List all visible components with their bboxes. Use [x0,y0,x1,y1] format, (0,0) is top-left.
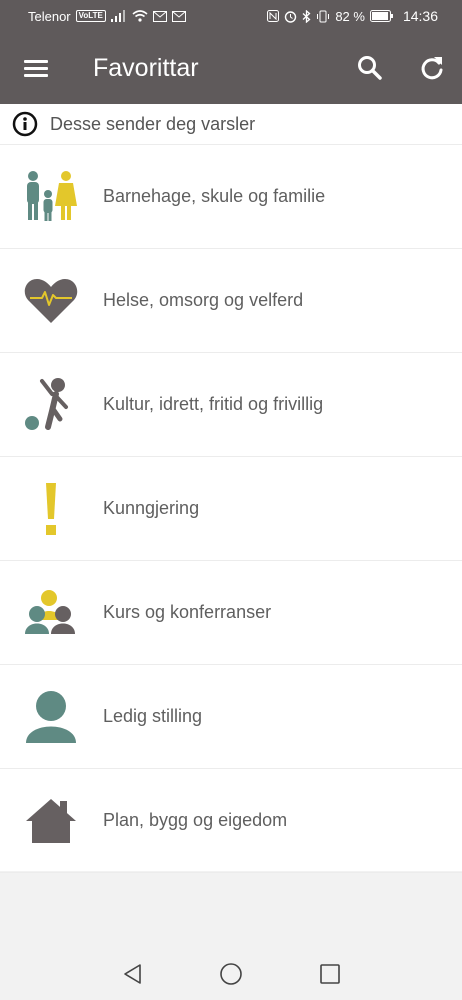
bluetooth-icon [302,9,311,23]
category-row-ledig-stilling[interactable]: Ledig stilling [0,665,462,769]
wifi-icon [132,10,148,22]
notice-bar: Desse sender deg varsler [0,104,462,145]
info-icon [12,111,38,137]
exclamation-icon [20,478,82,540]
search-button[interactable] [356,54,384,82]
nfc-icon [267,10,280,22]
category-row-kurs[interactable]: Kurs og konferranser [0,561,462,665]
home-circle-icon [220,963,242,985]
system-nav-bar [0,948,462,1000]
category-label: Barnehage, skule og familie [103,186,326,206]
category-row-plan[interactable]: Plan, bygg og eigedom [0,769,462,873]
recents-button[interactable] [318,962,342,986]
category-label: Kultur, idrett, fritid og frivillig [103,394,324,414]
category-row-helse[interactable]: Helse, omsorg og velferd [0,249,462,353]
search-icon [358,56,382,80]
category-label: Kunngjering [103,498,200,518]
menu-icon [24,60,48,77]
menu-button[interactable] [20,54,52,82]
battery-icon [369,10,394,22]
category-label: Helse, omsorg og velferd [103,290,304,310]
favourites-list: Desse sender deg varsler Barnehage, skul… [0,104,462,873]
category-row-kultur[interactable]: Kultur, idrett, fritid og frivillig [0,353,462,457]
category-label: Ledig stilling [103,706,203,726]
category-row-barnehage[interactable]: Barnehage, skule og familie [0,145,462,249]
refresh-button[interactable] [418,54,446,82]
volte-badge: VoLTE [75,10,106,22]
clock: 14:36 [402,8,438,24]
category-label: Kurs og konferranser [103,602,272,622]
page-title: Favorittar [93,54,199,82]
recents-square-icon [320,964,340,984]
house-icon [20,790,82,852]
category-label: Plan, bygg og eigedom [103,810,288,830]
alarm-icon [284,10,297,23]
back-triangle-icon [124,964,141,984]
heart-pulse-icon [20,270,82,332]
notice-text: Desse sender deg varsler [50,113,256,134]
group-people-icon [20,582,82,644]
refresh-icon [421,57,443,80]
app-bar: Favorittar [0,32,462,104]
person-icon [20,686,82,748]
mail-icon [152,10,167,22]
battery-percent: 82 % [335,8,365,24]
sport-person-icon [20,374,82,436]
mail-icon [171,10,186,22]
back-button[interactable] [121,962,145,986]
family-icon [20,166,82,228]
status-bar: Telenor VoLTE 82 % 14:36 [0,0,462,32]
vibrate-icon [316,10,330,23]
home-button[interactable] [219,962,243,986]
signal-icon [110,10,127,22]
carrier-name: Telenor [28,8,71,24]
category-row-kunngjering[interactable]: Kunngjering [0,457,462,561]
